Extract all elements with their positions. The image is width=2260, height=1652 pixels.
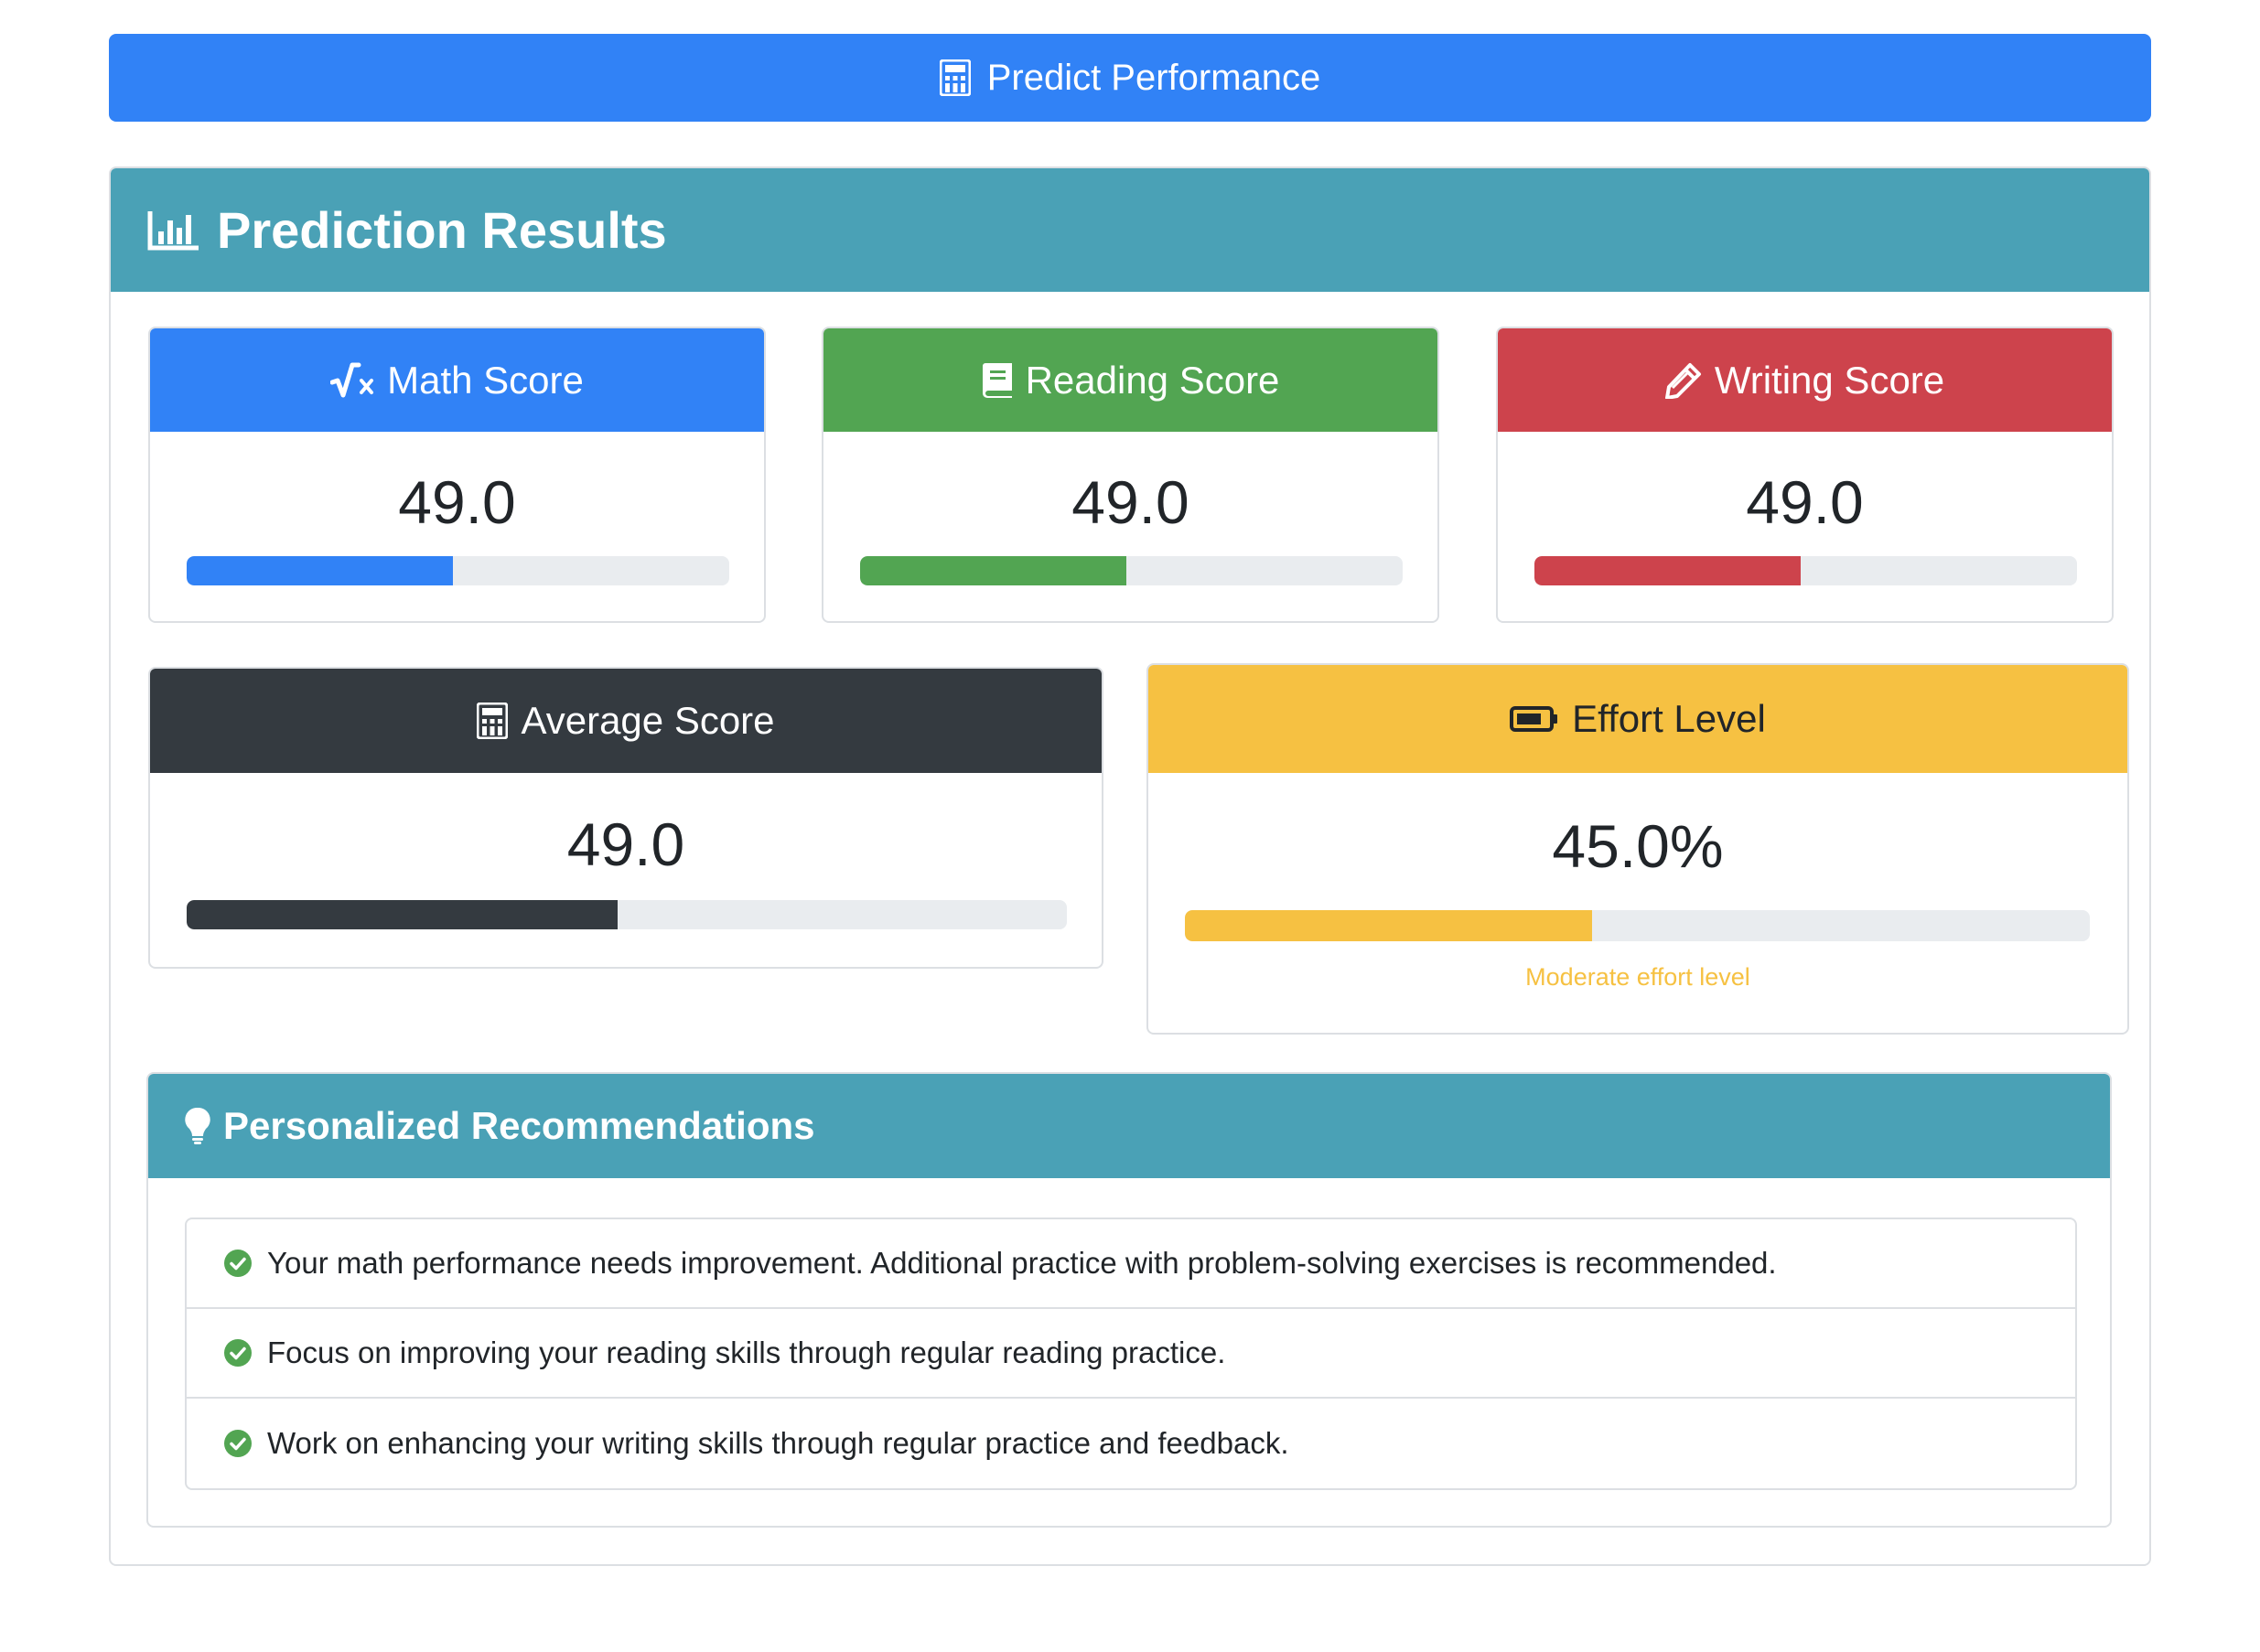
- reading-score-progress-fill: [860, 556, 1126, 585]
- math-score-progress: [187, 556, 729, 585]
- average-score-header: Average Score: [150, 669, 1102, 773]
- page: Predict Performance Prediction Results M…: [0, 0, 2260, 1652]
- predict-performance-label: Predict Performance: [986, 57, 1321, 98]
- battery-half-icon: [1510, 705, 1559, 733]
- book-icon: [982, 362, 1013, 399]
- lightbulb-icon: [185, 1107, 210, 1145]
- average-score-progress: [187, 900, 1067, 929]
- effort-level-header: Effort Level: [1148, 665, 2127, 773]
- recommendations-header: Personalized Recommendations: [148, 1074, 2110, 1178]
- recommendations-list: Your math performance needs improvement.…: [185, 1218, 2077, 1490]
- effort-level-card: Effort Level 45.0% Moderate effort level: [1146, 663, 2129, 1035]
- reading-score-header: Reading Score: [823, 328, 1437, 432]
- check-circle-icon: [223, 1249, 253, 1278]
- calculator-icon: [477, 703, 509, 739]
- effort-level-title: Effort Level: [1572, 697, 1766, 740]
- reading-score-card: Reading Score 49.0: [822, 327, 1439, 623]
- predict-performance-button[interactable]: Predict Performance: [109, 34, 2151, 122]
- math-score-title: Math Score: [387, 358, 584, 402]
- writing-score-progress-fill: [1534, 556, 1801, 585]
- average-score-title: Average Score: [521, 699, 775, 742]
- writing-score-card: Writing Score 49.0: [1496, 327, 2114, 623]
- check-circle-icon: [223, 1429, 253, 1458]
- writing-score-value: 49.0: [1746, 468, 1864, 536]
- effort-level-progress: [1185, 910, 2090, 941]
- calculator-icon: [939, 59, 971, 96]
- writing-score-progress: [1534, 556, 2077, 585]
- writing-score-title: Writing Score: [1714, 358, 1945, 402]
- bar-chart-icon: [147, 209, 200, 252]
- math-score-value: 49.0: [398, 468, 516, 536]
- effort-level-note: Moderate effort level: [1525, 963, 1750, 991]
- prediction-results-header: Prediction Results: [111, 168, 2149, 292]
- check-circle-icon: [223, 1338, 253, 1368]
- reading-score-progress: [860, 556, 1403, 585]
- square-root-icon: [330, 362, 374, 399]
- list-item: Work on enhancing your writing skills th…: [187, 1399, 2075, 1488]
- list-item: Your math performance needs improvement.…: [187, 1219, 2075, 1309]
- average-score-card: Average Score 49.0: [148, 667, 1103, 969]
- math-score-header: Math Score: [150, 328, 764, 432]
- recommendation-text: Focus on improving your reading skills t…: [267, 1336, 1226, 1369]
- recommendation-text: Your math performance needs improvement.…: [267, 1246, 1777, 1280]
- recommendations-card: Personalized Recommendations Your math p…: [146, 1072, 2112, 1528]
- effort-level-progress-fill: [1185, 910, 1593, 941]
- recommendations-title: Personalized Recommendations: [223, 1104, 815, 1147]
- average-score-progress-fill: [187, 900, 619, 929]
- reading-score-value: 49.0: [1071, 468, 1189, 536]
- writing-score-header: Writing Score: [1498, 328, 2112, 432]
- reading-score-title: Reading Score: [1025, 358, 1280, 402]
- math-score-card: Math Score 49.0: [148, 327, 766, 623]
- pencil-icon: [1664, 362, 1702, 399]
- recommendation-text: Work on enhancing your writing skills th…: [267, 1426, 1289, 1460]
- math-score-progress-fill: [187, 556, 453, 585]
- prediction-results-title: Prediction Results: [217, 201, 667, 259]
- average-score-value: 49.0: [566, 810, 685, 878]
- effort-level-value: 45.0%: [1552, 812, 1724, 880]
- list-item: Focus on improving your reading skills t…: [187, 1309, 2075, 1399]
